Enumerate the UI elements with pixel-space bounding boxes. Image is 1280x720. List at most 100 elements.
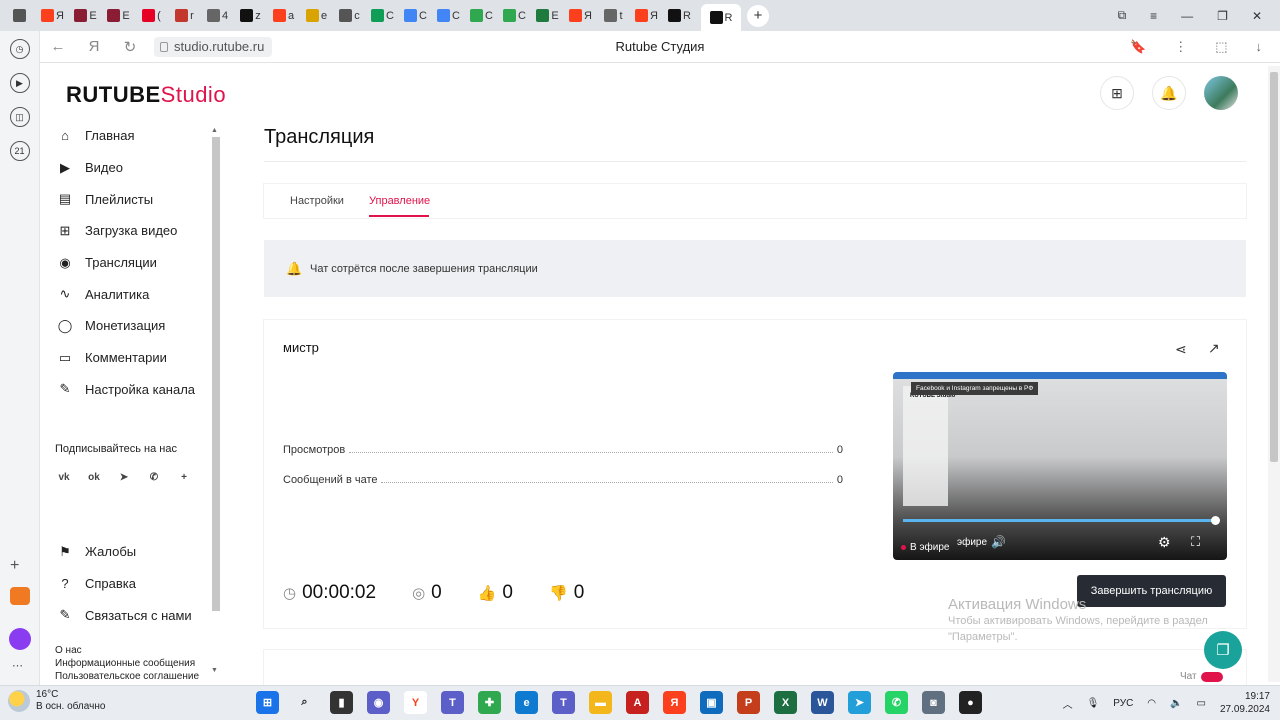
history-icon[interactable]: ◷	[9, 39, 30, 59]
sidebar-item[interactable]: ▤ Плейлисты	[40, 183, 210, 215]
yandex-home-icon[interactable]: Я	[76, 38, 112, 55]
pdf-icon[interactable]: A	[626, 691, 649, 714]
maximize-button[interactable]: ❐	[1217, 9, 1228, 23]
sidebar-item[interactable]: ▶ Видео	[40, 152, 210, 184]
browser-tab[interactable]: 4	[206, 5, 229, 27]
scroll-up-icon[interactable]: ▲	[211, 127, 218, 134]
word-icon[interactable]: W	[811, 691, 834, 714]
vk-icon[interactable]: vk	[55, 468, 73, 486]
reload-button[interactable]: ↻	[112, 38, 148, 56]
bookmark-icon[interactable]: 🔖	[1130, 39, 1146, 55]
explorer-icon[interactable]: ▬	[589, 691, 612, 714]
browser-tab[interactable]: r	[173, 5, 196, 27]
sidebar-scrollbar[interactable]: ▲ ▼	[211, 127, 221, 677]
tab-settings[interactable]: Настройки	[290, 195, 344, 207]
sidebar-bottom-item[interactable]: ✎ Связаться с нами	[40, 599, 210, 631]
toggle-switch[interactable]	[1200, 671, 1223, 682]
more-icon[interactable]: ⋮	[1174, 39, 1187, 55]
excel-icon[interactable]: X	[774, 691, 797, 714]
browser-tab[interactable]: c	[338, 5, 361, 27]
mail-icon[interactable]	[10, 587, 30, 605]
obs-icon[interactable]: ●	[959, 691, 982, 714]
teams-icon[interactable]: T	[441, 691, 464, 714]
browser-tab[interactable]: R	[668, 5, 691, 27]
speaker-icon[interactable]: 🔈	[1170, 698, 1182, 709]
sidebar-scroll-thumb[interactable]	[212, 137, 220, 611]
sidebar-item[interactable]: ◉ Трансляции	[40, 247, 210, 279]
teams-work-icon[interactable]: T	[552, 691, 575, 714]
downloads-icon[interactable]: ↓	[1256, 39, 1263, 55]
browser-tab[interactable]	[8, 5, 31, 27]
extensions-icon[interactable]: ⬚	[1215, 39, 1227, 55]
external-link-icon[interactable]: ↗	[1208, 340, 1220, 357]
page-scrollbar[interactable]	[1268, 66, 1280, 682]
powerpoint-icon[interactable]: P	[737, 691, 760, 714]
sidebar-item[interactable]: ▭ Комментарии	[40, 342, 210, 374]
browser-tab[interactable]: z	[239, 5, 262, 27]
video-player[interactable]: RUTUBE Studio Facebook и Instagram запре…	[893, 372, 1227, 560]
notifications-button[interactable]: 🔔	[1152, 76, 1186, 110]
app-icon[interactable]: ✚	[478, 691, 501, 714]
rutube-studio-logo[interactable]: RUTUBEStudio	[66, 82, 226, 108]
play-icon[interactable]: ▶	[9, 73, 30, 93]
footer-link[interactable]: Пользовательское соглашение	[55, 670, 199, 683]
more-socials-icon[interactable]: +	[175, 468, 193, 486]
tab-management[interactable]: Управление	[369, 195, 430, 207]
language-indicator[interactable]: РУС	[1113, 698, 1133, 709]
chevron-up-icon[interactable]: ︿	[1063, 696, 1073, 711]
url-field[interactable]: studio.rutube.ru	[154, 36, 273, 57]
browser-tab[interactable]: E	[107, 5, 130, 27]
wifi-icon[interactable]: ◠	[1147, 698, 1156, 709]
sidebar-item[interactable]: ⌂ Главная	[40, 120, 210, 152]
add-icon[interactable]: +	[10, 557, 19, 575]
weather-widget[interactable]: 16°C В осн. облачно	[8, 689, 105, 713]
yandex-browser-icon[interactable]: Y	[404, 691, 427, 714]
whatsapp-icon[interactable]: ✆	[885, 691, 908, 714]
sidebar-item[interactable]: ◯ Монетизация	[40, 310, 210, 342]
tabs-icon[interactable]: ⧉	[1118, 8, 1127, 23]
browser-tab[interactable]: R	[701, 4, 741, 31]
volume-icon[interactable]: 🔊	[991, 535, 1006, 549]
telegram-icon[interactable]: ➤	[115, 468, 133, 486]
browser-tab[interactable]: C	[503, 5, 526, 27]
sidebar-item[interactable]: ✎ Настройка канала	[40, 374, 210, 406]
browser-tab[interactable]: E	[536, 5, 559, 27]
sidebar-item[interactable]: ∿ Аналитика	[40, 278, 210, 310]
share-icon[interactable]: ⋖	[1175, 341, 1187, 358]
browser-tab[interactable]: t	[602, 5, 625, 27]
footer-link[interactable]: О нас	[55, 644, 199, 657]
close-window-button[interactable]: ✕	[1252, 9, 1262, 23]
screenshot-icon[interactable]: ◫	[9, 107, 30, 127]
calendar-icon[interactable]: 21	[9, 141, 30, 161]
sidebar-bottom-item[interactable]: ⚑ Жалобы	[40, 536, 210, 568]
sidebar-bottom-item[interactable]: ? Справка	[40, 568, 210, 600]
footer-link[interactable]: Информационные сообщения	[55, 657, 199, 670]
clock[interactable]: 19:17 27.09.2024	[1220, 690, 1270, 716]
chat-toggle[interactable]: Чат	[1180, 671, 1223, 682]
page-scroll-thumb[interactable]	[1270, 72, 1278, 462]
browser-tab[interactable]: C	[437, 5, 460, 27]
browser-tab[interactable]: e	[305, 5, 328, 27]
browser-tab[interactable]: Я	[41, 5, 64, 27]
browser-tab[interactable]: C	[404, 5, 427, 27]
browser-tab[interactable]: Я	[635, 5, 658, 27]
new-tab-button[interactable]: +	[747, 4, 769, 27]
avatar[interactable]	[1204, 76, 1238, 110]
browser-tab[interactable]: a	[272, 5, 295, 27]
sidebar-item[interactable]: ⊞ Загрузка видео	[40, 215, 210, 247]
task-view-icon[interactable]: ▮	[330, 691, 353, 714]
scroll-down-icon[interactable]: ▼	[211, 667, 218, 674]
alice-icon[interactable]	[9, 628, 31, 650]
menu-icon[interactable]: ≡	[1150, 9, 1157, 23]
edge-icon[interactable]: e	[515, 691, 538, 714]
store-icon[interactable]: ▣	[700, 691, 723, 714]
player-progress-bar[interactable]	[903, 519, 1217, 522]
viber-icon[interactable]: ✆	[145, 468, 163, 486]
yandex-icon[interactable]: Я	[663, 691, 686, 714]
browser-tab[interactable]: (	[140, 5, 163, 27]
microphone-icon[interactable]: 🎙	[1087, 698, 1100, 709]
more-apps-icon[interactable]: ⋯	[12, 659, 23, 672]
browser-tab[interactable]: E	[74, 5, 97, 27]
camera-icon[interactable]: ◙	[922, 691, 945, 714]
start-icon[interactable]: ⊞	[256, 691, 279, 714]
